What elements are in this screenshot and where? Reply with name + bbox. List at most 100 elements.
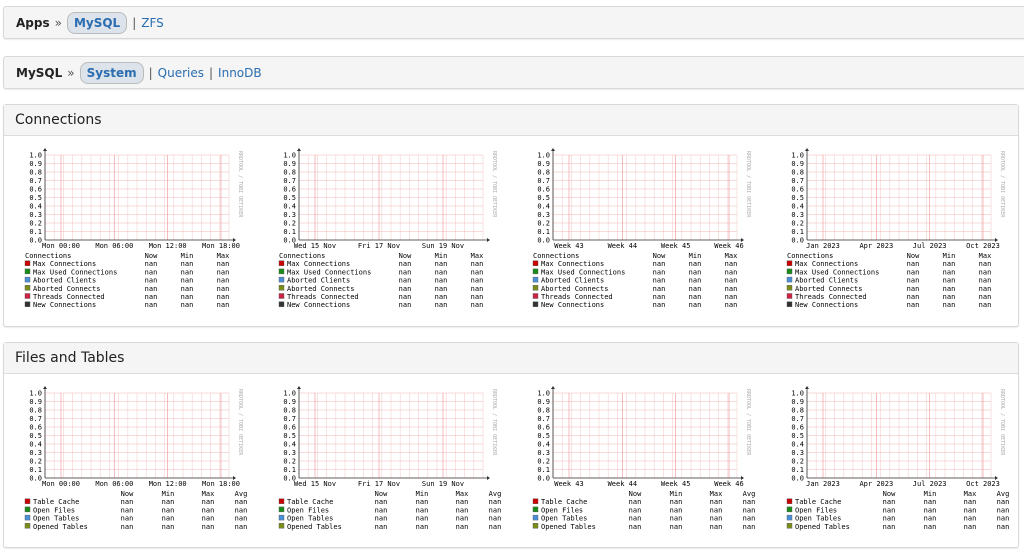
legend-value: nan <box>435 260 448 268</box>
y-tick-label: 0.7 <box>537 415 550 423</box>
x-axis-arrow <box>487 476 490 480</box>
legend-label: Open Tables <box>33 515 79 523</box>
legend-value: nan <box>456 498 469 506</box>
y-tick-label: 0.8 <box>537 407 550 415</box>
legend-column-header: Min <box>924 490 937 498</box>
legend-title: Connections <box>279 252 325 260</box>
tab-innodb[interactable]: InnoDB <box>218 66 262 80</box>
x-tick-label: Jan 2023 <box>806 480 840 488</box>
y-tick-label: 0.2 <box>537 220 550 228</box>
x-tick-label: Jan 2023 <box>806 242 840 250</box>
y-tick-label: 0.9 <box>283 160 296 168</box>
legend-label: Opened Tables <box>33 523 88 531</box>
y-tick-label: 0.3 <box>537 211 550 219</box>
y-tick-label: 0.6 <box>791 424 804 432</box>
legend-value: nan <box>162 523 175 531</box>
legend-value: nan <box>162 498 175 506</box>
x-tick-label: Mon 18:00 <box>202 242 240 250</box>
y-axis-arrow <box>297 386 301 389</box>
legend-value: nan <box>217 277 230 285</box>
legend-row: Aborted Connects nan nan nan <box>24 285 229 293</box>
legend-value: nan <box>399 277 412 285</box>
legend-value: nan <box>653 285 666 293</box>
legend-value: nan <box>181 260 194 268</box>
rrd-graph: 1.00.90.80.70.60.50.40.30.20.10.0Wed 15 … <box>278 148 497 309</box>
y-tick-label: 0.0 <box>29 475 42 483</box>
legend-value: nan <box>629 506 642 514</box>
legend-row: Threads Connected nan nan nan <box>24 293 229 301</box>
legend-value: nan <box>202 515 215 523</box>
x-tick-label: Mon 06:00 <box>95 480 133 488</box>
legend-value: nan <box>907 293 920 301</box>
legend-value: nan <box>653 277 666 285</box>
legend-value: nan <box>997 498 1009 506</box>
legend-swatch <box>278 523 285 529</box>
legend-column-header: Max <box>217 252 230 260</box>
legend-label: Max Used Connections <box>541 268 625 276</box>
legend-value: nan <box>883 498 896 506</box>
legend-row: Aborted Clients nan nan nan <box>24 277 230 285</box>
legend-swatch <box>278 498 285 504</box>
legend-value: nan <box>145 268 158 276</box>
legend-label: Opened Tables <box>541 523 596 531</box>
legend-row: Opened Tables nan nan nan nan <box>24 523 247 531</box>
tab-system[interactable]: System <box>79 61 144 84</box>
legend-value: nan <box>710 498 723 506</box>
y-tick-label: 0.6 <box>283 424 296 432</box>
y-tick-label: 0.5 <box>537 432 550 440</box>
legend-value: nan <box>725 277 738 285</box>
x-tick-label: Fri 17 Nov <box>358 480 400 488</box>
x-tick-label: Mon 18:00 <box>202 480 240 488</box>
y-tick-label: 0.6 <box>29 186 42 194</box>
legend-value: nan <box>997 506 1009 514</box>
rrdtool-watermark: RRDTOOL / TOBI OETIKER <box>237 389 243 456</box>
x-tick-label: Week 46 <box>714 480 744 488</box>
y-tick-label: 0.6 <box>537 186 550 194</box>
legend-value: nan <box>883 523 896 531</box>
legend-value: nan <box>489 506 501 514</box>
legend-value: nan <box>883 515 896 523</box>
legend-row: Aborted Connects nan nan nan <box>786 285 991 293</box>
app-tab-mysql[interactable]: MySQL <box>66 11 128 34</box>
legend-label: Max Connections <box>541 260 604 268</box>
legend-swatch <box>24 285 31 291</box>
legend-value: nan <box>416 523 429 531</box>
rrdtool-watermark: RRDTOOL / TOBI OETIKER <box>745 151 751 218</box>
x-tick-label: Mon 12:00 <box>149 242 187 250</box>
app-tab-zfs[interactable]: ZFS <box>141 16 164 30</box>
y-tick-label: 0.5 <box>537 194 550 202</box>
x-tick-label: Wed 15 Nov <box>294 480 336 488</box>
y-tick-label: 0.7 <box>283 415 296 423</box>
legend-row: Opened Tables nan nan nan nan <box>532 523 755 531</box>
y-tick-label: 0.1 <box>791 228 804 236</box>
legend-value: nan <box>943 285 956 293</box>
legend-value: nan <box>145 293 158 301</box>
legend-value: nan <box>689 285 702 293</box>
legend-value: nan <box>943 260 956 268</box>
y-tick-label: 0.8 <box>283 407 296 415</box>
x-tick-label: Oct 2023 <box>966 242 1000 250</box>
y-tick-label: 0.8 <box>283 169 296 177</box>
legend-value: nan <box>689 260 702 268</box>
tab-queries[interactable]: Queries <box>158 66 204 80</box>
y-tick-label: 0.3 <box>283 449 296 457</box>
legend-value: nan <box>689 277 702 285</box>
legend-value: nan <box>435 293 448 301</box>
legend-value: nan <box>907 268 920 276</box>
legend-swatch <box>24 293 31 299</box>
legend-swatch <box>278 506 285 513</box>
x-tick-label: Apr 2023 <box>859 242 893 250</box>
legend-value: nan <box>162 515 175 523</box>
legend-value: nan <box>689 301 702 309</box>
y-tick-label: 0.1 <box>29 228 42 236</box>
legend-label: Open Files <box>287 506 329 514</box>
y-tick-label: 0.6 <box>791 186 804 194</box>
legend-column-header: Now <box>629 490 642 498</box>
legend-row: New Connections nan nan nan <box>786 301 991 309</box>
legend-value: nan <box>399 301 412 309</box>
legend-row: New Connections nan nan nan <box>24 301 229 309</box>
x-tick-label: Sun 19 Nov <box>422 480 464 488</box>
legend-column-header: Min <box>943 252 956 260</box>
legend-value: nan <box>670 523 683 531</box>
y-tick-label: 1.0 <box>29 152 42 160</box>
